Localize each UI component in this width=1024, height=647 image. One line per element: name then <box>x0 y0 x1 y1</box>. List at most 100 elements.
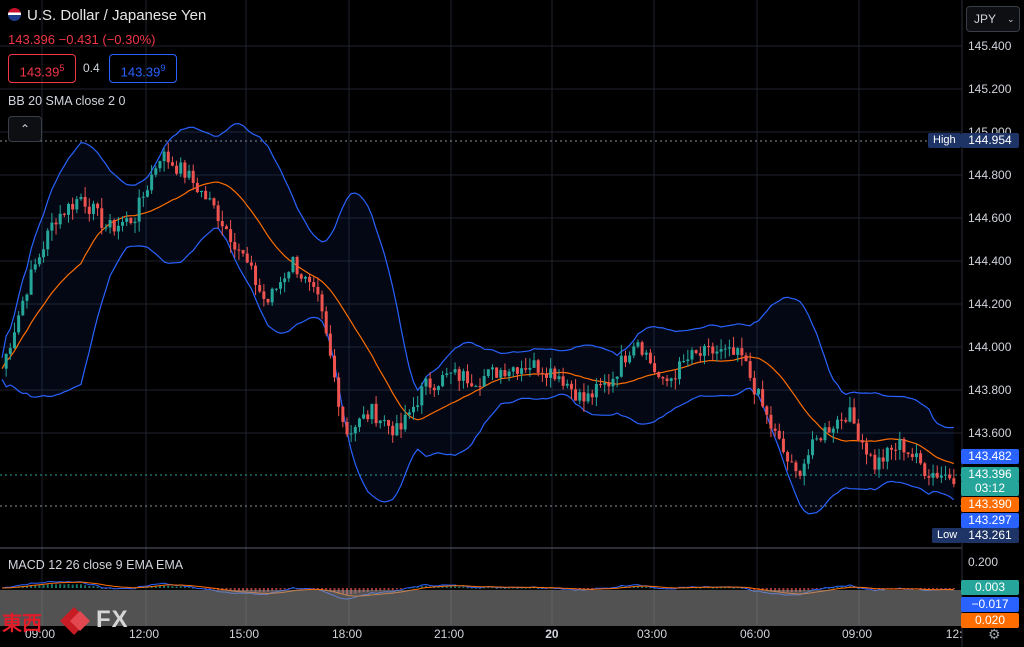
candle-body <box>411 406 415 413</box>
macd-histogram-bar <box>79 584 82 588</box>
candle-body <box>715 351 719 354</box>
candle-body <box>158 161 162 169</box>
macd-histogram-bar <box>88 586 91 588</box>
high-value-tag: 144.954 <box>961 133 1019 148</box>
candle-body <box>141 196 145 198</box>
time-tick: 15:00 <box>229 627 260 641</box>
candle-body <box>748 361 752 378</box>
countdown-tag: 03:12 <box>961 481 1019 496</box>
candle-body <box>4 353 8 369</box>
buy-button[interactable]: 143.399 <box>109 54 177 83</box>
candle-body <box>578 392 582 401</box>
macd-indicator-label[interactable]: MACD 12 26 close 9 EMA EMA <box>8 558 183 572</box>
candle-body <box>237 249 241 251</box>
candle-body <box>669 378 673 381</box>
candle-body <box>856 423 860 441</box>
macd-histogram-bar <box>63 584 66 588</box>
macd-histogram-bar <box>71 584 74 588</box>
time-tick: 20 <box>545 627 559 641</box>
bb-indicator-label[interactable]: BB 20 SMA close 2 0 <box>8 94 125 108</box>
candle-body <box>765 406 769 415</box>
macd-histogram-bar <box>391 588 394 591</box>
sell-button[interactable]: 143.395 <box>8 54 76 83</box>
price-chart[interactable] <box>0 0 1024 647</box>
chevron-up-icon[interactable]: ⌃ <box>8 116 42 142</box>
candle-body <box>370 403 374 420</box>
candle-body <box>457 369 461 381</box>
candle-body <box>665 378 669 381</box>
currency-select[interactable]: JPY ⌄ <box>966 6 1020 32</box>
candle-body <box>387 419 391 426</box>
candle-body <box>345 421 349 435</box>
candle-body <box>848 407 852 422</box>
candle-body <box>283 278 287 283</box>
candle-body <box>341 406 345 422</box>
candle-body <box>511 367 515 372</box>
candle-body <box>420 386 424 406</box>
macd-histogram-bar <box>175 586 178 588</box>
candle-body <box>781 438 785 453</box>
candle-body <box>835 419 839 429</box>
candle-body <box>378 420 382 424</box>
candle-body <box>574 389 578 401</box>
candle-body <box>274 288 278 290</box>
candle-body <box>482 376 486 387</box>
candle-body <box>657 372 661 378</box>
candle-body <box>200 190 204 193</box>
candle-body <box>831 428 835 433</box>
candle-body <box>490 367 494 370</box>
candle-body <box>540 372 544 374</box>
candle-body <box>453 369 457 373</box>
candle-body <box>96 203 100 209</box>
symbol-title[interactable]: U.S. Dollar / Japanese Yen <box>8 7 206 24</box>
grid <box>0 0 962 625</box>
macd-histogram-bar <box>462 586 465 588</box>
candle-body <box>599 384 603 386</box>
candle-body <box>711 346 715 354</box>
macd-histogram-bar <box>38 585 41 588</box>
candle-body <box>71 203 75 210</box>
quote-line: 143.396 −0.431 (−0.30%) <box>8 32 156 47</box>
candle-body <box>58 213 62 225</box>
candle-body <box>561 376 565 386</box>
candle-body <box>919 453 923 464</box>
candle-body <box>869 454 873 456</box>
candle-body <box>590 393 594 398</box>
gear-icon[interactable]: ⚙ <box>988 626 1004 642</box>
candle-body <box>569 383 573 390</box>
candle-body <box>436 386 440 391</box>
price-tick: 144.400 <box>968 254 1012 268</box>
candle-body <box>636 342 640 347</box>
candle-body <box>116 225 120 232</box>
candle-body <box>756 389 760 395</box>
candle-body <box>736 348 740 355</box>
candle-body <box>287 272 291 279</box>
candle-body <box>337 377 341 407</box>
candle-body <box>790 461 794 463</box>
time-tick: 03:00 <box>637 627 668 641</box>
candle-body <box>873 454 877 470</box>
macd-histogram-bar <box>952 588 955 590</box>
candle-body <box>278 282 282 289</box>
macd-histogram-bar <box>50 584 53 588</box>
candle-body <box>100 208 104 228</box>
macd-histogram-bar <box>416 587 419 589</box>
candle-body <box>623 355 627 363</box>
high-label: High <box>928 133 961 148</box>
price-change-pct: (−0.30%) <box>102 32 156 47</box>
candle-body <box>694 350 698 354</box>
candle-body <box>208 198 212 200</box>
candle-body <box>216 205 220 222</box>
candle-body <box>399 423 403 430</box>
candle-body <box>83 197 87 207</box>
candle-body <box>644 352 648 355</box>
price-tick: 143.800 <box>968 383 1012 397</box>
candle-body <box>316 286 320 295</box>
macd-histogram-bar <box>400 588 403 590</box>
candle-body <box>640 342 644 355</box>
candle-body <box>499 370 503 378</box>
last-price-tag: 143.396 <box>961 467 1019 482</box>
macd-histogram-bar <box>55 584 58 588</box>
candle-body <box>819 438 823 441</box>
candle-body <box>212 198 216 206</box>
